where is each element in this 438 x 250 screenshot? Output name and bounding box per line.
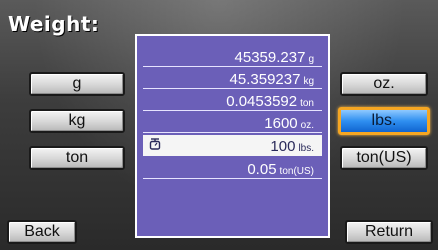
return-button[interactable]: Return (345, 220, 433, 244)
back-button[interactable]: Back (7, 220, 77, 244)
result-value: 45359.237 (234, 49, 306, 66)
result-unit: kg (303, 76, 314, 87)
result-row-lbs: 100 lbs. (143, 135, 322, 156)
unit-button-label: oz. (373, 75, 395, 92)
unit-button-kg[interactable]: kg (29, 109, 125, 133)
unit-button-label: kg (68, 112, 86, 129)
result-value: 0.0453592 (226, 93, 298, 110)
result-value: 45.359237 (229, 71, 301, 88)
result-row-kg: 45.359237 kg (143, 68, 322, 89)
unit-button-label: g (72, 75, 82, 92)
result-value: 1600 (264, 115, 298, 132)
return-button-label: Return (364, 223, 414, 240)
unit-button-label: ton (65, 149, 89, 166)
result-unit: ton (300, 98, 314, 109)
result-unit: lbs. (298, 143, 314, 154)
back-button-label: Back (24, 223, 60, 240)
result-unit: g (308, 54, 314, 65)
unit-button-g[interactable]: g (29, 72, 125, 96)
result-row-oz: 1600 oz. (143, 112, 322, 133)
result-value: 100 (270, 138, 296, 155)
unit-button-ton-us[interactable]: ton(US) (340, 146, 428, 170)
unit-button-label: ton(US) (356, 149, 412, 166)
scale-icon (149, 138, 161, 150)
result-row-ton-us: 0.05 ton(US) (143, 158, 322, 179)
result-row-g: 45359.237 g (143, 46, 322, 67)
unit-button-ton[interactable]: ton (29, 146, 125, 170)
result-unit: oz. (300, 120, 314, 131)
conversion-results-panel: 45359.237 g 45.359237 kg 0.0453592 ton 1… (135, 34, 330, 238)
unit-button-label: lbs. (371, 112, 397, 129)
page-title: Weight: (8, 12, 100, 36)
result-row-ton: 0.0453592 ton (143, 90, 322, 111)
unit-button-oz[interactable]: oz. (340, 72, 428, 96)
result-value: 0.05 (247, 161, 277, 178)
result-unit: ton(US) (279, 166, 314, 177)
converter-screen: Weight: g kg ton 45359.237 g 45.359237 k… (0, 0, 438, 250)
unit-button-lbs[interactable]: lbs. (338, 107, 430, 135)
